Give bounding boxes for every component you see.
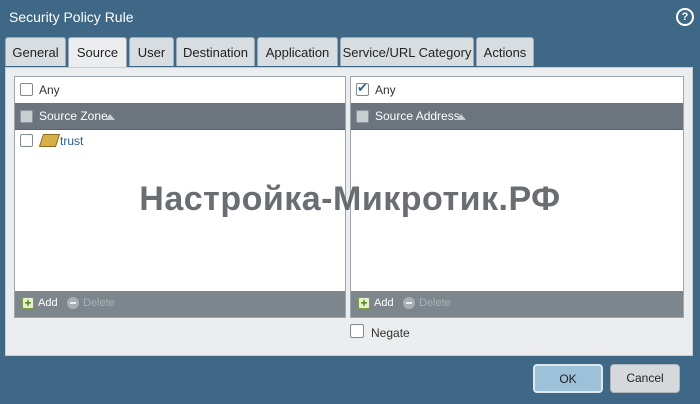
tab-user[interactable]: User: [129, 37, 174, 66]
any-address-checkbox[interactable]: [356, 80, 369, 96]
help-icon[interactable]: ?: [676, 8, 694, 26]
dialog-button-bar: OK Cancel: [0, 357, 700, 404]
source-address-pane: Any Source Address + Add Delete: [350, 76, 684, 318]
add-button[interactable]: Add: [374, 297, 394, 309]
tab-source[interactable]: Source: [68, 37, 127, 68]
row-checkbox[interactable]: [20, 134, 33, 147]
table-row[interactable]: trust: [15, 130, 345, 152]
sort-ascending-icon[interactable]: [105, 114, 115, 120]
zone-icon: [38, 134, 61, 147]
negate-checkbox[interactable]: [350, 324, 364, 338]
tab-actions[interactable]: Actions: [476, 37, 534, 66]
tab-general[interactable]: General: [5, 37, 66, 66]
add-button[interactable]: Add: [38, 297, 58, 309]
tab-service-url-category[interactable]: Service/URL Category: [340, 37, 474, 66]
tab-destination[interactable]: Destination: [176, 37, 255, 66]
cancel-button[interactable]: Cancel: [610, 364, 680, 393]
add-icon[interactable]: +: [22, 297, 34, 309]
any-row: Any: [15, 77, 345, 104]
any-row: Any: [351, 77, 683, 104]
ok-button[interactable]: OK: [533, 364, 603, 393]
select-all-checkbox[interactable]: [20, 110, 33, 123]
tab-application[interactable]: Application: [257, 37, 338, 66]
source-zone-column-header[interactable]: Source Zone: [39, 109, 108, 123]
sort-ascending-icon[interactable]: [456, 114, 466, 120]
delete-icon: [67, 297, 79, 309]
table-footer: + Add Delete: [15, 291, 345, 317]
delete-icon: [403, 297, 415, 309]
table-footer: + Add Delete: [351, 291, 683, 317]
any-zone-checkbox[interactable]: [20, 83, 33, 96]
select-all-checkbox[interactable]: [356, 110, 369, 123]
delete-button: Delete: [83, 297, 115, 309]
delete-button: Delete: [419, 297, 451, 309]
table-header: Source Zone: [15, 103, 345, 130]
source-zone-pane: Any Source Zone trust + Add Delete: [14, 76, 346, 318]
any-label: Any: [375, 83, 396, 97]
window-title: Security Policy Rule: [9, 9, 134, 25]
title-bar: Security Policy Rule ?: [0, 0, 700, 36]
add-icon[interactable]: +: [358, 297, 370, 309]
source-address-column-header[interactable]: Source Address: [375, 109, 460, 123]
negate-label: Negate: [371, 326, 410, 340]
table-header: Source Address: [351, 103, 683, 130]
any-label: Any: [39, 83, 60, 97]
zone-name[interactable]: trust: [60, 134, 83, 148]
